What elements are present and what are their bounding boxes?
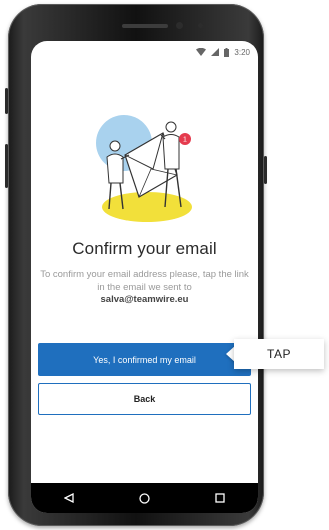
sensor — [198, 23, 203, 28]
confirm-email-button[interactable]: Yes, I confirmed my email — [38, 343, 251, 376]
recents-square-icon[interactable] — [208, 486, 232, 510]
status-time: 3:20 — [234, 47, 250, 57]
back-triangle-icon[interactable] — [57, 486, 81, 510]
page-title: Confirm your email — [72, 239, 217, 258]
signal-icon — [211, 48, 220, 56]
volume-button — [5, 88, 8, 114]
tap-callout: TAP — [234, 339, 324, 369]
yellow-ground-shape — [102, 192, 192, 222]
volume-button-lower — [5, 144, 8, 188]
phone-frame: 3:20 1 Confirm your email To confirm you… — [5, 4, 267, 526]
wifi-icon — [196, 48, 207, 56]
back-button[interactable]: Back — [38, 383, 251, 415]
notification-badge: 1 — [179, 133, 191, 145]
android-nav-bar — [31, 483, 258, 513]
home-circle-icon[interactable] — [132, 486, 156, 510]
email-address: salva@teamwire.eu — [100, 294, 189, 305]
email-illustration: 1 — [96, 115, 192, 222]
instructions-text: To confirm your email address please, ta… — [40, 269, 249, 293]
front-camera — [176, 22, 183, 29]
svg-text:1: 1 — [183, 137, 187, 144]
earpiece-speaker — [122, 24, 168, 28]
battery-icon — [224, 47, 230, 57]
power-button — [264, 156, 267, 184]
status-bar: 3:20 — [31, 41, 258, 63]
screen: 3:20 1 Confirm your email To confirm you… — [31, 41, 258, 513]
